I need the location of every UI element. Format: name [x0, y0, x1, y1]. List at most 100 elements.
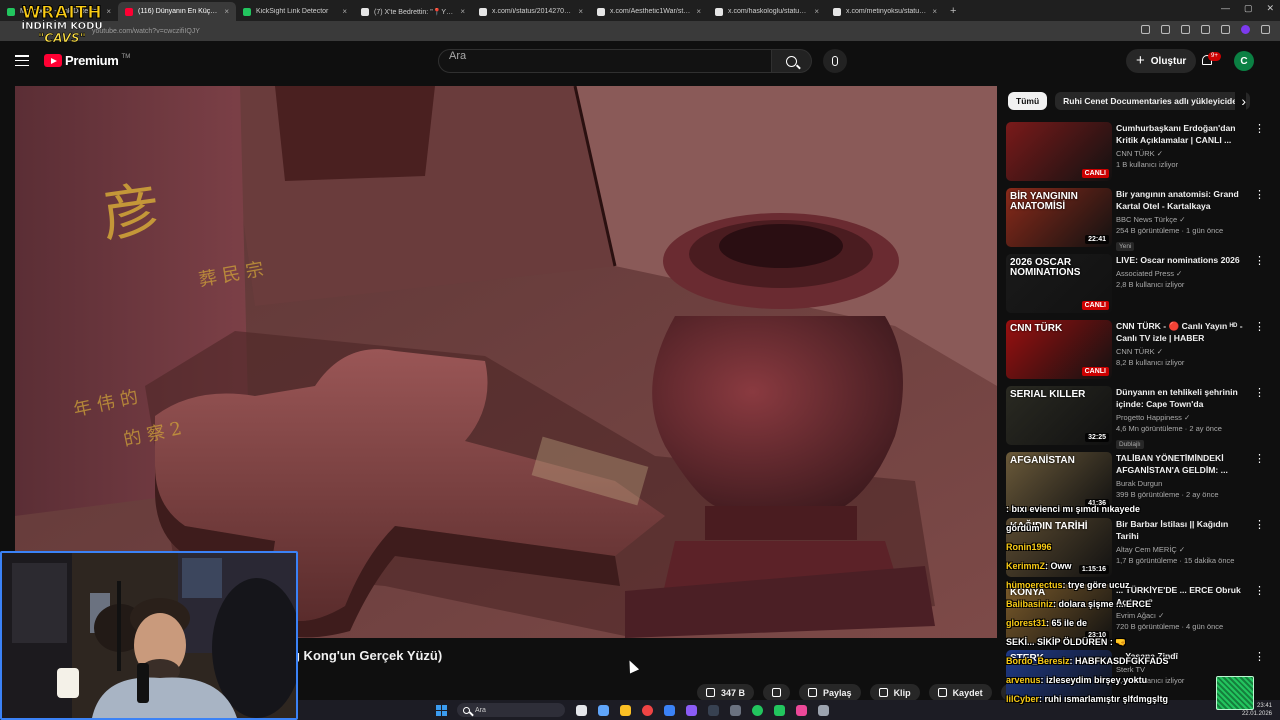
recommendation-title[interactable]: Cumhurbaşkanı Erdoğan'dan Kritik Açıklam…: [1116, 122, 1248, 146]
browser-menu-icon[interactable]: [1261, 25, 1270, 34]
extensions-icon[interactable]: [1201, 25, 1210, 34]
video-thumbnail[interactable]: CNN TÜRK CANLI: [1006, 320, 1112, 379]
browser-tab[interactable]: x.com/metinyoksu/status/2014 ×: [826, 2, 944, 21]
chat-message: glorest31: 65 ile de: [1006, 618, 1087, 628]
chat-text: gördüm: [1006, 523, 1040, 533]
account-avatar[interactable]: C: [1234, 51, 1254, 71]
recommendation-title[interactable]: LIVE: Oscar nominations 2026: [1116, 254, 1248, 266]
file-explorer-icon[interactable]: [620, 704, 631, 716]
clip-button[interactable]: Klip: [869, 684, 920, 701]
tab-title: KickSight Link Detector: [256, 8, 329, 15]
sponsor-code: "CAVS": [38, 31, 86, 45]
copilot-icon[interactable]: [598, 704, 609, 716]
browser-tab[interactable]: x.com/i/status/2014270035037 ×: [472, 2, 590, 21]
video-thumbnail[interactable]: SERIAL KILLER 32:25: [1006, 386, 1112, 445]
playlist-add-icon: [937, 688, 947, 697]
tab-close-icon[interactable]: ×: [342, 7, 347, 16]
live-badge: CANLI: [1081, 169, 1109, 178]
chat-text: SEKİ... SİKİP ÖLDÜREN : 🤜: [1006, 637, 1127, 647]
minimize-button[interactable]: —: [1221, 3, 1230, 14]
browser-tab[interactable]: KickSight Link Detector ×: [236, 2, 354, 21]
tab-close-icon[interactable]: ×: [696, 7, 701, 16]
kick-icon[interactable]: [774, 704, 785, 716]
search-button[interactable]: [772, 49, 812, 73]
chrome-icon[interactable]: [642, 704, 653, 716]
recommendation-title[interactable]: TALİBAN YÖNETİMİNDEKİ AFGANİSTAN'A GELDİ…: [1116, 452, 1248, 476]
tab-favicon-icon: [243, 7, 251, 16]
browser-toolbar-icons: [1141, 25, 1270, 34]
obs-icon[interactable]: [708, 704, 719, 716]
windows-start-icon[interactable]: [436, 704, 447, 716]
filter-chip[interactable]: Tümü: [1008, 92, 1048, 110]
recommendation-title[interactable]: Dünyanın en tehlikeli şehrinin içinde: C…: [1116, 386, 1248, 410]
browser-tab[interactable]: x.com/Aesthetic1War/status/20 ×: [590, 2, 708, 21]
recommendation-item[interactable]: CANLI Cumhurbaşkanı Erdoğan'dan Kritik Aç…: [1006, 122, 1268, 184]
chat-username: Balibasiniz: [1006, 599, 1054, 609]
spotify-icon[interactable]: [752, 704, 763, 716]
video-thumbnail[interactable]: CANLI: [1006, 122, 1112, 181]
chevron-right-icon[interactable]: ›: [1235, 92, 1246, 110]
app-icon[interactable]: [796, 704, 807, 716]
bookmark-star-icon[interactable]: [1181, 25, 1190, 34]
discord-icon[interactable]: [686, 704, 697, 716]
recommendation-title[interactable]: Bir yangının anatomisi: Grand Kartal Ote…: [1116, 188, 1248, 212]
video-thumbnail[interactable]: 2026 OSCAR NOMINATIONS CANLI: [1006, 254, 1112, 313]
browser-tab[interactable]: (116) Dünyanın En Küçük Evi ×: [118, 2, 236, 21]
video-thumbnail[interactable]: BİR YANGININ ANATOMİSİ 22:41: [1006, 188, 1112, 247]
more-options-icon[interactable]: ⋮: [1254, 454, 1265, 465]
tab-close-icon[interactable]: ×: [814, 7, 819, 16]
chat-message: gördüm: [1006, 523, 1040, 533]
close-window-button[interactable]: ✕: [1266, 3, 1274, 14]
svg-text:彦: 彦: [97, 174, 164, 249]
channel-name[interactable]: CNN TÜRK ✓: [1116, 149, 1248, 158]
video-title: g Kong'un Gerçek Yüzü): [292, 648, 443, 663]
create-button[interactable]: + Oluştur: [1126, 49, 1197, 73]
browser-tab[interactable]: (7) X'te Bedrettin: "📍YENİ — ... ×: [354, 2, 472, 21]
more-options-icon[interactable]: ⋮: [1254, 190, 1265, 201]
filter-chip[interactable]: Ruhi Cenet Documentaries adlı yükleyicid…: [1055, 92, 1251, 110]
recommendation-item[interactable]: CNN TÜRK CANLI CNN TÜRK - 🔴 Canlı Yayın ᴴᴰ…: [1006, 320, 1268, 382]
youtube-play-logo-icon: [44, 54, 62, 67]
browser-tab[interactable]: x.com/haskologlu/status/2014 ×: [708, 2, 826, 21]
profile-avatar[interactable]: [1241, 25, 1250, 34]
recommendation-item[interactable]: 2026 OSCAR NOMINATIONS CANLI LIVE: Oscar n…: [1006, 254, 1268, 316]
tab-close-icon[interactable]: ×: [932, 7, 937, 16]
channel-name[interactable]: BBC News Türkçe ✓: [1116, 215, 1248, 224]
channel-name[interactable]: CNN TÜRK ✓: [1116, 347, 1248, 356]
sidebar-toggle-icon[interactable]: [1221, 25, 1230, 34]
new-tab-button[interactable]: +: [944, 2, 962, 21]
voice-search-button[interactable]: [823, 49, 847, 73]
tab-close-icon[interactable]: ×: [460, 7, 465, 16]
channel-name[interactable]: Burak Durgun: [1116, 479, 1248, 488]
app-icon-2[interactable]: [818, 704, 829, 716]
search-icon: [463, 706, 470, 714]
more-options-icon[interactable]: ⋮: [1254, 256, 1265, 267]
chat-message: Bordo_Beresiz: HABFKASDFGKFADS: [1006, 656, 1169, 666]
recommendation-item[interactable]: SERIAL KILLER 32:25 Dünyanın en tehlikeli …: [1006, 386, 1268, 449]
more-options-icon[interactable]: ⋮: [1254, 322, 1265, 333]
task-view-icon[interactable]: [576, 704, 587, 716]
maximize-button[interactable]: ▢: [1244, 3, 1253, 14]
channel-name[interactable]: Progetto Happiness ✓: [1116, 413, 1248, 422]
webcam-image: [2, 553, 296, 718]
steam-icon[interactable]: [730, 704, 741, 716]
save-button[interactable]: Kaydet: [928, 684, 992, 701]
recommendation-title[interactable]: CNN TÜRK - 🔴 Canlı Yayın ᴴᴰ - Canlı TV i…: [1116, 320, 1248, 344]
youtube-premium-logo[interactable]: Premium TM: [44, 53, 130, 68]
taskbar-search[interactable]: Ara: [457, 703, 565, 717]
tab-close-icon[interactable]: ×: [578, 7, 583, 16]
tab-close-icon[interactable]: ×: [224, 7, 229, 16]
dislike-button[interactable]: [763, 684, 791, 701]
more-options-icon[interactable]: ⋮: [1254, 388, 1265, 399]
channel-name[interactable]: Associated Press ✓: [1116, 269, 1248, 278]
more-options-icon[interactable]: ⋮: [1254, 124, 1265, 135]
search-input[interactable]: Ara: [438, 49, 772, 73]
install-icon[interactable]: [1141, 25, 1150, 34]
share-button[interactable]: Paylaş: [799, 684, 861, 701]
notification-badge: 9+: [1208, 52, 1221, 61]
edge-icon[interactable]: [664, 704, 675, 716]
hamburger-menu-icon[interactable]: [15, 55, 29, 66]
zoom-icon[interactable]: [1161, 25, 1170, 34]
recommendation-item[interactable]: BİR YANGININ ANATOMİSİ 22:41 Bir yangının …: [1006, 188, 1268, 251]
like-button[interactable]: 347 B: [697, 684, 755, 701]
